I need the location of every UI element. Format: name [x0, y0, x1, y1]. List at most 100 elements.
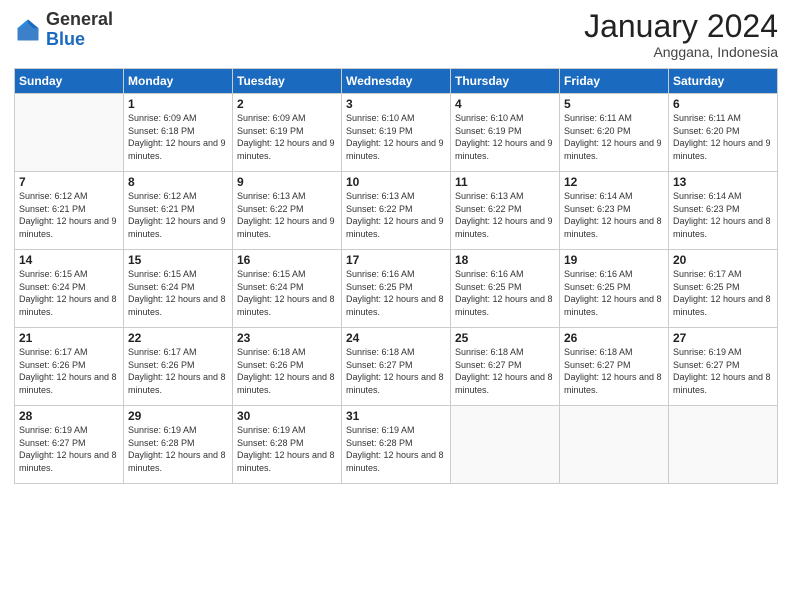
calendar-cell: 8Sunrise: 6:12 AMSunset: 6:21 PMDaylight… [124, 172, 233, 250]
day-info: Sunrise: 6:19 AMSunset: 6:28 PMDaylight:… [128, 424, 228, 474]
logo-general: General [46, 9, 113, 29]
day-info: Sunrise: 6:17 AMSunset: 6:25 PMDaylight:… [673, 268, 773, 318]
calendar-cell: 1Sunrise: 6:09 AMSunset: 6:18 PMDaylight… [124, 94, 233, 172]
day-info: Sunrise: 6:19 AMSunset: 6:28 PMDaylight:… [237, 424, 337, 474]
calendar-cell: 17Sunrise: 6:16 AMSunset: 6:25 PMDayligh… [342, 250, 451, 328]
day-info: Sunrise: 6:12 AMSunset: 6:21 PMDaylight:… [128, 190, 228, 240]
day-number: 4 [455, 97, 555, 111]
calendar-cell [560, 406, 669, 484]
day-info: Sunrise: 6:17 AMSunset: 6:26 PMDaylight:… [19, 346, 119, 396]
day-number: 5 [564, 97, 664, 111]
calendar-cell: 16Sunrise: 6:15 AMSunset: 6:24 PMDayligh… [233, 250, 342, 328]
day-info: Sunrise: 6:16 AMSunset: 6:25 PMDaylight:… [564, 268, 664, 318]
logo: General Blue [14, 10, 113, 50]
logo-text: General Blue [46, 10, 113, 50]
calendar-week-row: 28Sunrise: 6:19 AMSunset: 6:27 PMDayligh… [15, 406, 778, 484]
day-number: 15 [128, 253, 228, 267]
day-info: Sunrise: 6:13 AMSunset: 6:22 PMDaylight:… [455, 190, 555, 240]
calendar-weekday-monday: Monday [124, 69, 233, 94]
day-number: 23 [237, 331, 337, 345]
calendar-week-row: 21Sunrise: 6:17 AMSunset: 6:26 PMDayligh… [15, 328, 778, 406]
day-info: Sunrise: 6:14 AMSunset: 6:23 PMDaylight:… [564, 190, 664, 240]
day-number: 13 [673, 175, 773, 189]
month-title: January 2024 [584, 10, 778, 42]
page-header: General Blue January 2024 Anggana, Indon… [14, 10, 778, 60]
calendar-weekday-tuesday: Tuesday [233, 69, 342, 94]
calendar-cell: 24Sunrise: 6:18 AMSunset: 6:27 PMDayligh… [342, 328, 451, 406]
calendar-cell: 6Sunrise: 6:11 AMSunset: 6:20 PMDaylight… [669, 94, 778, 172]
calendar-cell: 25Sunrise: 6:18 AMSunset: 6:27 PMDayligh… [451, 328, 560, 406]
title-section: January 2024 Anggana, Indonesia [584, 10, 778, 60]
page-container: General Blue January 2024 Anggana, Indon… [0, 0, 792, 612]
calendar-cell: 10Sunrise: 6:13 AMSunset: 6:22 PMDayligh… [342, 172, 451, 250]
calendar-cell [15, 94, 124, 172]
day-number: 27 [673, 331, 773, 345]
calendar-cell: 21Sunrise: 6:17 AMSunset: 6:26 PMDayligh… [15, 328, 124, 406]
day-number: 19 [564, 253, 664, 267]
calendar-cell: 3Sunrise: 6:10 AMSunset: 6:19 PMDaylight… [342, 94, 451, 172]
day-number: 17 [346, 253, 446, 267]
day-number: 7 [19, 175, 119, 189]
day-info: Sunrise: 6:13 AMSunset: 6:22 PMDaylight:… [346, 190, 446, 240]
calendar-cell: 7Sunrise: 6:12 AMSunset: 6:21 PMDaylight… [15, 172, 124, 250]
day-number: 30 [237, 409, 337, 423]
calendar-cell: 19Sunrise: 6:16 AMSunset: 6:25 PMDayligh… [560, 250, 669, 328]
day-info: Sunrise: 6:16 AMSunset: 6:25 PMDaylight:… [346, 268, 446, 318]
day-info: Sunrise: 6:11 AMSunset: 6:20 PMDaylight:… [564, 112, 664, 162]
day-info: Sunrise: 6:17 AMSunset: 6:26 PMDaylight:… [128, 346, 228, 396]
day-number: 1 [128, 97, 228, 111]
day-number: 29 [128, 409, 228, 423]
day-number: 9 [237, 175, 337, 189]
day-number: 20 [673, 253, 773, 267]
day-info: Sunrise: 6:18 AMSunset: 6:27 PMDaylight:… [346, 346, 446, 396]
calendar-cell: 4Sunrise: 6:10 AMSunset: 6:19 PMDaylight… [451, 94, 560, 172]
day-info: Sunrise: 6:09 AMSunset: 6:19 PMDaylight:… [237, 112, 337, 162]
day-info: Sunrise: 6:10 AMSunset: 6:19 PMDaylight:… [455, 112, 555, 162]
calendar-weekday-wednesday: Wednesday [342, 69, 451, 94]
calendar-week-row: 14Sunrise: 6:15 AMSunset: 6:24 PMDayligh… [15, 250, 778, 328]
day-info: Sunrise: 6:18 AMSunset: 6:27 PMDaylight:… [564, 346, 664, 396]
logo-blue: Blue [46, 29, 85, 49]
day-info: Sunrise: 6:15 AMSunset: 6:24 PMDaylight:… [19, 268, 119, 318]
day-number: 12 [564, 175, 664, 189]
day-number: 14 [19, 253, 119, 267]
day-info: Sunrise: 6:12 AMSunset: 6:21 PMDaylight:… [19, 190, 119, 240]
day-number: 16 [237, 253, 337, 267]
calendar-cell: 18Sunrise: 6:16 AMSunset: 6:25 PMDayligh… [451, 250, 560, 328]
day-info: Sunrise: 6:16 AMSunset: 6:25 PMDaylight:… [455, 268, 555, 318]
day-info: Sunrise: 6:11 AMSunset: 6:20 PMDaylight:… [673, 112, 773, 162]
day-number: 3 [346, 97, 446, 111]
day-number: 22 [128, 331, 228, 345]
day-number: 28 [19, 409, 119, 423]
calendar-cell: 27Sunrise: 6:19 AMSunset: 6:27 PMDayligh… [669, 328, 778, 406]
calendar-cell: 23Sunrise: 6:18 AMSunset: 6:26 PMDayligh… [233, 328, 342, 406]
calendar-cell: 11Sunrise: 6:13 AMSunset: 6:22 PMDayligh… [451, 172, 560, 250]
calendar-cell: 5Sunrise: 6:11 AMSunset: 6:20 PMDaylight… [560, 94, 669, 172]
calendar-table: SundayMondayTuesdayWednesdayThursdayFrid… [14, 68, 778, 484]
day-info: Sunrise: 6:14 AMSunset: 6:23 PMDaylight:… [673, 190, 773, 240]
calendar-weekday-thursday: Thursday [451, 69, 560, 94]
calendar-cell: 22Sunrise: 6:17 AMSunset: 6:26 PMDayligh… [124, 328, 233, 406]
calendar-cell: 29Sunrise: 6:19 AMSunset: 6:28 PMDayligh… [124, 406, 233, 484]
calendar-cell: 30Sunrise: 6:19 AMSunset: 6:28 PMDayligh… [233, 406, 342, 484]
day-number: 10 [346, 175, 446, 189]
day-number: 11 [455, 175, 555, 189]
day-info: Sunrise: 6:18 AMSunset: 6:27 PMDaylight:… [455, 346, 555, 396]
day-number: 18 [455, 253, 555, 267]
calendar-weekday-saturday: Saturday [669, 69, 778, 94]
day-info: Sunrise: 6:15 AMSunset: 6:24 PMDaylight:… [237, 268, 337, 318]
day-info: Sunrise: 6:19 AMSunset: 6:28 PMDaylight:… [346, 424, 446, 474]
calendar-cell: 20Sunrise: 6:17 AMSunset: 6:25 PMDayligh… [669, 250, 778, 328]
calendar-week-row: 7Sunrise: 6:12 AMSunset: 6:21 PMDaylight… [15, 172, 778, 250]
day-number: 24 [346, 331, 446, 345]
day-number: 26 [564, 331, 664, 345]
day-info: Sunrise: 6:09 AMSunset: 6:18 PMDaylight:… [128, 112, 228, 162]
calendar-cell: 31Sunrise: 6:19 AMSunset: 6:28 PMDayligh… [342, 406, 451, 484]
calendar-weekday-sunday: Sunday [15, 69, 124, 94]
calendar-cell: 13Sunrise: 6:14 AMSunset: 6:23 PMDayligh… [669, 172, 778, 250]
subtitle: Anggana, Indonesia [584, 44, 778, 60]
day-info: Sunrise: 6:19 AMSunset: 6:27 PMDaylight:… [19, 424, 119, 474]
day-number: 8 [128, 175, 228, 189]
calendar-cell [669, 406, 778, 484]
calendar-cell: 2Sunrise: 6:09 AMSunset: 6:19 PMDaylight… [233, 94, 342, 172]
